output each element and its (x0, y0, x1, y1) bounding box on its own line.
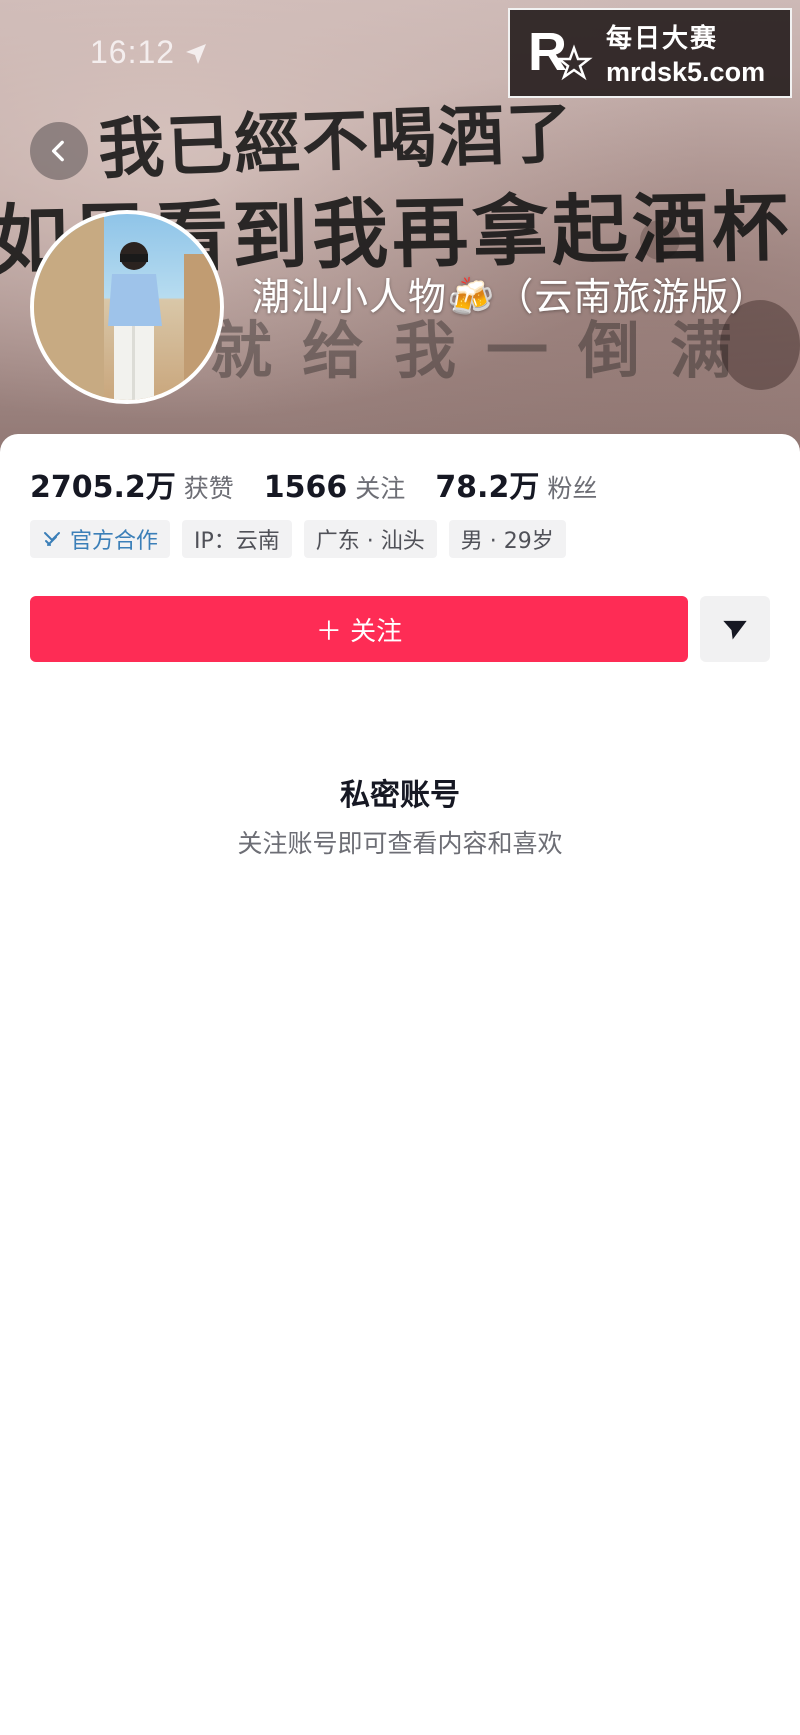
stat-likes[interactable]: 2705.2万 获赞 (30, 462, 234, 506)
official-cooperation-icon (44, 532, 60, 546)
status-bar-time: 16:12 (90, 34, 176, 70)
avatar-person-illustration (34, 214, 220, 400)
chevron-left-icon (51, 140, 64, 162)
tag-hometown: 广东 · 汕头 (303, 520, 437, 558)
tag-gender-age: 男 · 29岁 (448, 520, 566, 558)
back-button[interactable] (30, 122, 88, 180)
stat-followers-label: 粉丝 (547, 474, 598, 503)
stat-following-label: 关注 (355, 474, 406, 503)
tag-ip-location: IP：云南 (182, 520, 292, 558)
location-arrow-icon (186, 44, 206, 64)
tag-label: IP：云南 (194, 529, 280, 554)
stat-following-value: 1566 (263, 470, 348, 505)
stat-likes-label: 获赞 (183, 474, 234, 503)
private-account-subtitle: 关注账号即可查看内容和喜欢 (237, 829, 563, 858)
watermark-domain: mrdsk5.com (606, 57, 766, 87)
send-arrow-icon (723, 620, 747, 640)
tag-label: 官方合作 (70, 529, 159, 554)
stat-following[interactable]: 1566 关注 (264, 469, 406, 505)
profile-tags: 官方合作 IP：云南 广东 · 汕头 男 · 29岁 (30, 520, 578, 558)
tag-label: 男 · 29岁 (460, 529, 554, 554)
profile-cover-banner: 我已經不喝酒了 如果看到我再拿起酒杯 就给我一倒满 16:12 R 每日大赛 m… (0, 0, 800, 470)
profile-info-card: 2705.2万 获赞 1566 关注 78.2万 粉丝 官方合作 IP：云南 广… (0, 434, 800, 1735)
tag-label: 广东 · 汕头 (315, 529, 425, 554)
profile-stats: 2705.2万 获赞 1566 关注 78.2万 粉丝 (30, 462, 627, 506)
profile-username: 潮汕小人物🍻（云南旅游版） (252, 275, 769, 319)
follow-button[interactable]: ＋ 关注 (30, 596, 688, 662)
watermark-brand: 每日大赛 (606, 23, 719, 53)
svg-text:R: R (528, 22, 567, 82)
stat-likes-value: 2705.2万 (30, 470, 176, 505)
private-account-title: 私密账号 (340, 778, 460, 813)
watermark-logo-icon: R (524, 18, 594, 88)
stat-followers[interactable]: 78.2万 粉丝 (435, 462, 597, 506)
site-watermark: R 每日大赛 mrdsk5.com (508, 8, 792, 98)
share-button[interactable] (700, 596, 770, 662)
tag-official-cooperation[interactable]: 官方合作 (30, 520, 171, 558)
stat-followers-value: 78.2万 (435, 470, 540, 505)
avatar[interactable] (30, 210, 224, 404)
